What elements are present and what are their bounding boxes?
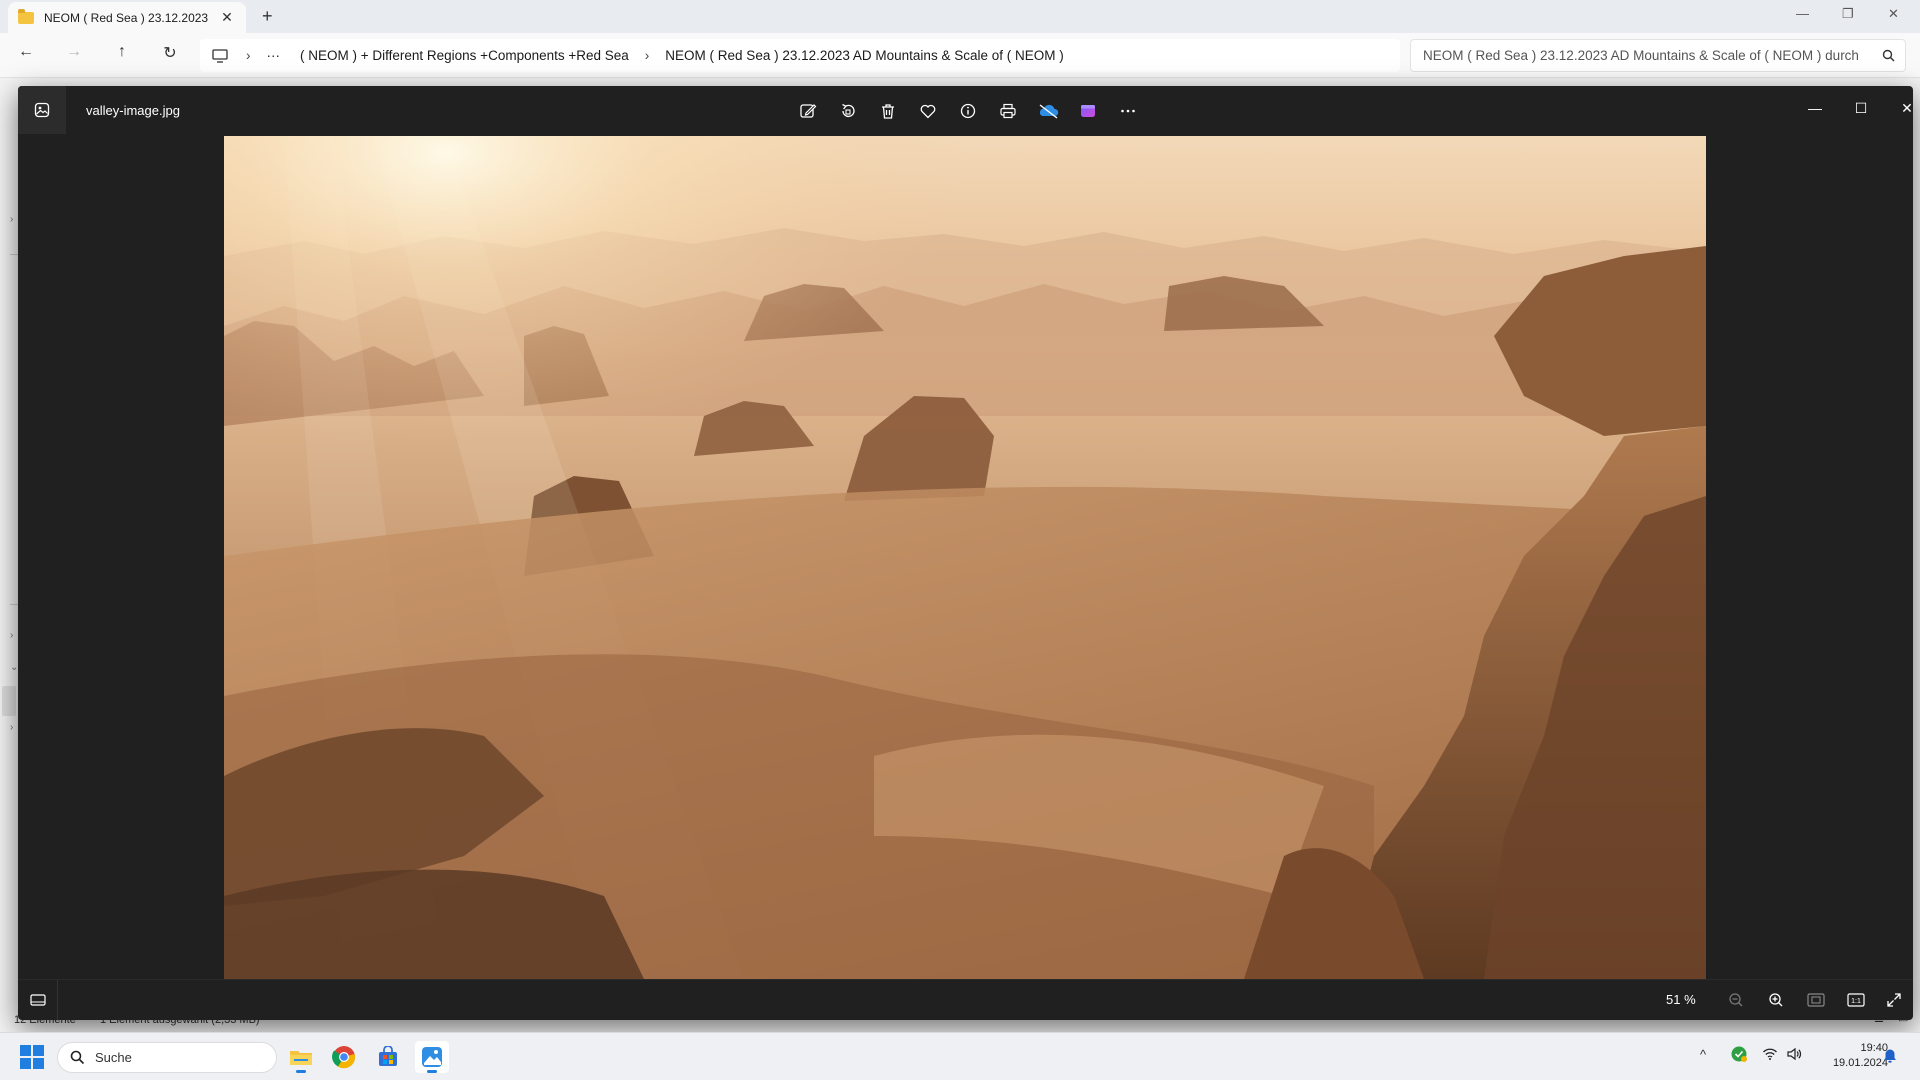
refresh-button[interactable]: ↻ <box>158 43 182 63</box>
fullscreen-icon[interactable] <box>1878 986 1910 1014</box>
forward-button[interactable]: → <box>62 43 86 61</box>
explorer-tab[interactable]: NEOM ( Red Sea ) 23.12.2023 ✕ <box>8 2 246 33</box>
clipchamp-icon[interactable] <box>1068 98 1108 124</box>
breadcrumb-item[interactable]: NEOM ( Red Sea ) 23.12.2023 AD Mountains… <box>665 48 1063 63</box>
viewer-close-button[interactable]: ✕ <box>1884 94 1913 122</box>
new-tab-button[interactable]: + <box>262 6 273 27</box>
clock-time: 19:40 <box>1860 1042 1888 1054</box>
store-taskbar-icon[interactable] <box>371 1041 405 1073</box>
edit-icon[interactable] <box>788 98 828 124</box>
running-indicator <box>296 1070 306 1073</box>
viewer-bottom-bar: 51 % 1:1 <box>18 979 1913 1020</box>
file-name: valley-image.jpg <box>86 103 180 118</box>
breadcrumb[interactable]: › ··· ( NEOM ) + Different Regions +Comp… <box>200 39 1400 72</box>
pane-divider <box>10 254 18 255</box>
up-button[interactable]: ↑ <box>110 43 134 61</box>
clock-date: 19.01.2024 <box>1832 1057 1888 1069</box>
pane-divider <box>10 604 18 605</box>
taskbar: Suche ^ 19:40 19.01.2024 <box>0 1032 1920 1080</box>
chevron-right-icon: › <box>644 48 650 63</box>
volume-icon[interactable] <box>1786 1047 1802 1064</box>
chrome-taskbar-icon[interactable] <box>327 1041 361 1073</box>
chevron-right-icon[interactable]: › <box>10 214 13 225</box>
tray-overflow-icon[interactable]: ^ <box>1700 1047 1706 1062</box>
system-clock[interactable]: 19:40 19.01.2024 <box>1808 1041 1888 1071</box>
more-icon[interactable] <box>1108 98 1148 124</box>
viewer-toolbar <box>788 98 1148 124</box>
security-shield-icon[interactable] <box>1730 1045 1748 1066</box>
breadcrumb-overflow[interactable]: ··· <box>267 48 281 63</box>
explorer-minimize-button[interactable]: — <box>1796 6 1809 21</box>
search-icon <box>1882 49 1895 62</box>
explorer-close-button[interactable]: ✕ <box>1888 6 1899 22</box>
onedrive-icon[interactable] <box>1028 98 1068 124</box>
fit-to-window-icon[interactable] <box>1800 986 1832 1014</box>
selected-nav-item[interactable] <box>2 686 16 716</box>
tab-title: NEOM ( Red Sea ) 23.12.2023 <box>44 10 209 25</box>
delete-icon[interactable] <box>868 98 908 124</box>
viewer-minimize-button[interactable]: — <box>1792 94 1838 122</box>
actual-size-icon[interactable]: 1:1 <box>1840 986 1872 1014</box>
zoom-out-icon[interactable] <box>1720 986 1752 1014</box>
photo-canvas[interactable] <box>224 136 1706 979</box>
explorer-tab-bar: NEOM ( Red Sea ) 23.12.2023 ✕ + — ❐ ✕ <box>0 0 1920 33</box>
viewer-maximize-button[interactable]: ☐ <box>1838 94 1884 122</box>
explorer-search-field[interactable]: NEOM ( Red Sea ) 23.12.2023 AD Mountains… <box>1410 39 1906 72</box>
breadcrumb-item[interactable]: ( NEOM ) + Different Regions +Components… <box>300 48 629 63</box>
wifi-icon[interactable] <box>1762 1047 1778 1064</box>
search-icon <box>70 1050 85 1065</box>
explorer-restore-button[interactable]: ❐ <box>1842 6 1854 22</box>
rotate-icon[interactable] <box>828 98 868 124</box>
svg-text:1:1: 1:1 <box>1851 998 1861 1005</box>
print-icon[interactable] <box>988 98 1028 124</box>
taskbar-search-placeholder: Suche <box>95 1050 132 1065</box>
info-icon[interactable] <box>948 98 988 124</box>
folder-icon <box>18 8 34 24</box>
photos-taskbar-icon[interactable] <box>415 1041 449 1073</box>
taskbar-search[interactable]: Suche <box>57 1042 277 1073</box>
zoom-level: 51 % <box>1666 992 1696 1007</box>
desert-valley-photo <box>224 136 1706 979</box>
start-button[interactable] <box>20 1045 44 1069</box>
search-text: NEOM ( Red Sea ) 23.12.2023 AD Mountains… <box>1423 48 1859 63</box>
notification-bell-icon[interactable] <box>1882 1048 1898 1069</box>
photos-app-icon[interactable] <box>18 86 66 134</box>
viewer-title-bar: valley-image.jpg — ☐ ✕ <box>18 86 1913 134</box>
back-button[interactable]: ← <box>14 43 38 61</box>
zoom-in-icon[interactable] <box>1760 986 1792 1014</box>
file-explorer-taskbar-icon[interactable] <box>284 1041 318 1073</box>
navigation-pane: › › ⌄ › <box>0 78 18 1033</box>
photos-viewer-window: valley-image.jpg — ☐ ✕ 51 % 1:1 <box>18 86 1913 1020</box>
favorite-icon[interactable] <box>908 98 948 124</box>
monitor-icon <box>212 48 228 63</box>
filmstrip-icon[interactable] <box>18 980 58 1020</box>
tab-close-button[interactable]: ✕ <box>218 9 236 26</box>
running-indicator <box>427 1070 437 1073</box>
chevron-right-icon: › <box>246 48 251 63</box>
chevron-right-icon[interactable]: › <box>10 630 13 641</box>
chevron-right-icon[interactable]: › <box>10 722 13 733</box>
explorer-address-bar: ← → ↑ ↻ › ··· ( NEOM ) + Different Regio… <box>0 33 1920 78</box>
